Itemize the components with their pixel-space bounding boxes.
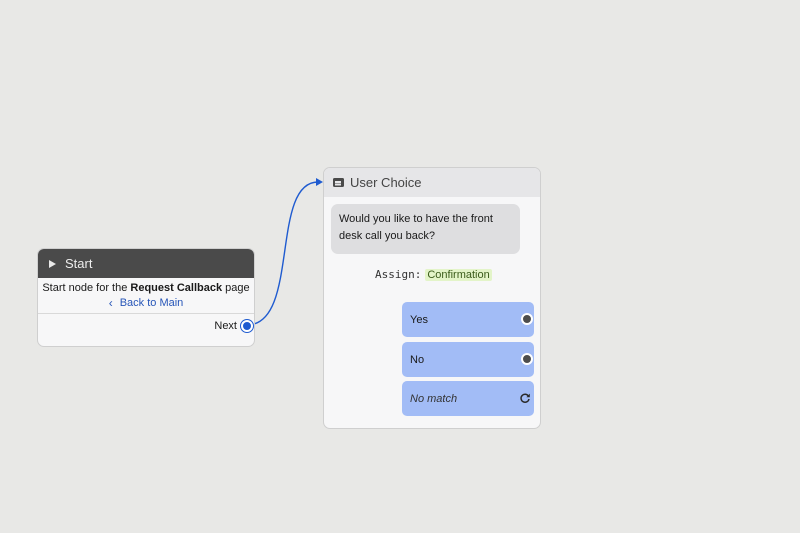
refresh-icon[interactable] xyxy=(519,392,531,404)
user-choice-title: User Choice xyxy=(350,175,422,190)
user-choice-header[interactable]: User Choice xyxy=(324,168,540,197)
description-suffix: page xyxy=(222,282,250,294)
back-link-label: Back to Main xyxy=(119,296,184,309)
option-label: No match xyxy=(410,392,458,405)
next-to-choice-connector xyxy=(246,181,319,326)
flow-canvas[interactable]: Start Start node for the Request Callbac… xyxy=(0,0,800,533)
option-label: No xyxy=(410,353,425,366)
assign-row: Assign: Confirmation xyxy=(375,268,492,281)
option-no[interactable]: No xyxy=(402,342,534,377)
chat-icon xyxy=(333,178,344,187)
option-no-match[interactable]: No match xyxy=(402,381,534,416)
play-icon xyxy=(49,259,56,268)
start-node[interactable]: Start Start node for the Request Callbac… xyxy=(37,248,255,347)
start-node-header[interactable]: Start xyxy=(38,249,254,278)
description-prefix: Start node for the xyxy=(42,282,131,294)
start-node-title: Start xyxy=(65,256,93,271)
next-output-label: Next xyxy=(214,320,237,332)
user-choice-node[interactable]: User Choice Would you like to have the f… xyxy=(323,167,541,429)
next-output-port[interactable] xyxy=(241,320,253,332)
option-label: Yes xyxy=(410,313,428,326)
connector-arrowhead xyxy=(316,178,323,186)
option-output-port[interactable] xyxy=(521,313,533,325)
assign-variable[interactable]: Confirmation xyxy=(425,268,492,281)
chevron-left-icon: ‹ xyxy=(108,295,113,310)
start-node-divider xyxy=(38,313,254,314)
start-node-description: Start node for the Request Callback page xyxy=(38,278,254,295)
option-output-port[interactable] xyxy=(521,353,533,365)
message-bubble: Would you like to have the front desk ca… xyxy=(331,204,520,254)
back-to-main-link[interactable]: ‹ Back to Main xyxy=(38,295,254,310)
description-page-name: Request Callback xyxy=(130,282,223,294)
option-yes[interactable]: Yes xyxy=(402,302,534,337)
assign-label: Assign: xyxy=(375,268,422,281)
